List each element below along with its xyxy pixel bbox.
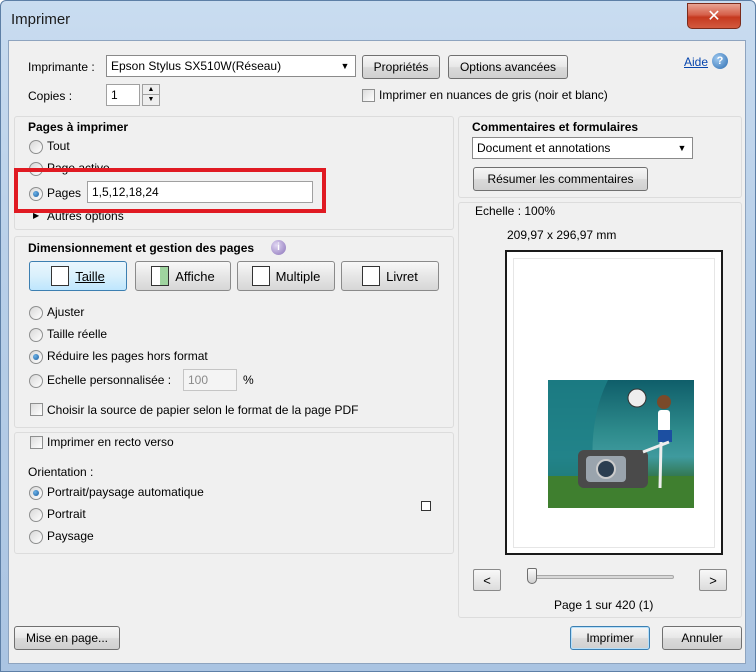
printer-select[interactable]: Epson Stylus SX510W(Réseau) ▼ [106, 55, 356, 77]
chevron-down-icon: ▼ [340, 61, 350, 71]
paper-source-checkbox[interactable] [30, 403, 43, 416]
radio-all[interactable] [29, 140, 43, 154]
radio-shrink-oversized-label: Réduire les pages hors format [47, 349, 208, 363]
print-button[interactable]: Imprimer [570, 626, 650, 650]
soccer-camera-illustration [548, 380, 694, 508]
comments-selected-value: Document et annotations [477, 141, 611, 155]
fit-size-icon [51, 266, 70, 286]
radio-all-label: Tout [47, 139, 70, 153]
cancel-button[interactable]: Annuler [662, 626, 742, 650]
poster-icon [151, 266, 170, 286]
radio-custom-scale-label: Echelle personnalisée : [47, 373, 172, 387]
spin-up-icon[interactable]: ▲ [143, 85, 159, 95]
radio-actual-size-label: Taille réelle [47, 327, 108, 341]
help-link[interactable]: Aide [684, 55, 708, 69]
radio-fit[interactable] [29, 306, 43, 320]
preview-scale-label: Echelle : 100% [475, 204, 556, 218]
poster-button-label: Affiche [175, 268, 215, 284]
paper-source-label: Choisir la source de papier selon le for… [47, 403, 359, 417]
booklet-icon [362, 266, 381, 286]
radio-fit-label: Ajuster [47, 305, 85, 319]
radio-portrait-label: Portrait [47, 507, 86, 521]
booklet-button-label: Livret [386, 268, 418, 284]
window-title: Imprimer [11, 11, 71, 28]
page-slider-thumb[interactable] [527, 568, 537, 584]
info-icon[interactable]: i [271, 240, 286, 255]
preview-photo [548, 380, 694, 508]
next-page-button[interactable]: > [699, 569, 727, 591]
multiple-button[interactable]: Multiple [237, 261, 335, 291]
radio-landscape[interactable] [29, 530, 43, 544]
red-highlight-box [14, 168, 326, 213]
orientation-label: Orientation : [28, 465, 94, 479]
summarize-comments-button[interactable]: Résumer les commentaires [473, 167, 648, 191]
booklet-button[interactable]: Livret [341, 261, 439, 291]
chevron-down-icon: ▼ [677, 143, 687, 153]
close-icon: ✕ [707, 8, 721, 25]
printer-selected-value: Epson Stylus SX510W(Réseau) [111, 59, 282, 73]
copies-input[interactable]: 1 [106, 84, 140, 106]
small-square-icon [421, 501, 431, 511]
sizing-section-title: Dimensionnement et gestion des pages [28, 241, 255, 255]
copies-spinner[interactable]: ▲ ▼ [142, 84, 160, 106]
duplex-checkbox[interactable] [30, 436, 43, 449]
radio-shrink-oversized[interactable] [29, 350, 43, 364]
comments-select[interactable]: Document et annotations ▼ [472, 137, 693, 159]
page-preview [505, 250, 723, 555]
radio-custom-scale[interactable] [29, 374, 43, 388]
page-status: Page 1 sur 420 (1) [554, 598, 654, 612]
radio-auto-orientation[interactable] [29, 486, 43, 500]
close-button[interactable]: ✕ [687, 3, 741, 29]
grayscale-label: Imprimer en nuances de gris (noir et bla… [379, 88, 608, 102]
multiple-button-label: Multiple [275, 268, 321, 284]
preview-page [513, 258, 715, 548]
page-setup-button[interactable]: Mise en page... [14, 626, 120, 650]
previous-page-button[interactable]: < [473, 569, 501, 591]
radio-portrait[interactable] [29, 508, 43, 522]
copies-label: Copies : [28, 89, 73, 103]
preview-dimensions-label: 209,97 x 296,97 mm [507, 228, 617, 242]
size-button-label: Taille [75, 268, 105, 284]
title-bar[interactable]: Imprimer ✕ [1, 1, 755, 41]
page-slider-track[interactable] [530, 575, 674, 579]
pages-section-title: Pages à imprimer [28, 120, 129, 134]
spin-down-icon[interactable]: ▼ [143, 95, 159, 105]
properties-button[interactable]: Propriétés [362, 55, 440, 79]
scale-unit-label: % [243, 373, 254, 387]
printer-label: Imprimante : [28, 60, 95, 74]
poster-button[interactable]: Affiche [135, 261, 231, 291]
advanced-options-button[interactable]: Options avancées [448, 55, 568, 79]
radio-actual-size[interactable] [29, 328, 43, 342]
comments-section-title: Commentaires et formulaires [472, 120, 639, 134]
size-button[interactable]: Taille [29, 261, 127, 291]
duplex-label: Imprimer en recto verso [47, 435, 174, 449]
radio-auto-orientation-label: Portrait/paysage automatique [47, 485, 204, 499]
custom-scale-input[interactable]: 100 [183, 369, 237, 391]
help-icon[interactable]: ? [712, 53, 728, 69]
multiple-pages-icon [251, 266, 270, 286]
grayscale-checkbox[interactable] [362, 89, 375, 102]
radio-landscape-label: Paysage [47, 529, 94, 543]
